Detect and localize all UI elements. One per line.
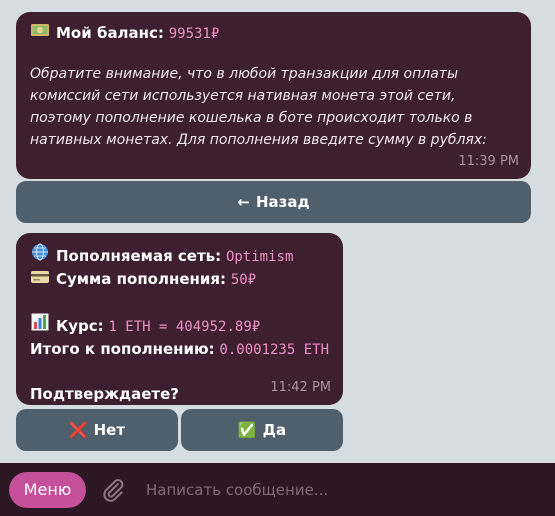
check-mark-icon: ✅ — [237, 421, 257, 439]
message-time: 11:39 PM — [458, 154, 519, 169]
rate-value: 1 ETH = 404952.89₽ — [108, 319, 261, 335]
balance-line: Мой баланс: 99531₽ — [30, 22, 517, 45]
network-label: Пополняемая сеть: — [56, 247, 222, 265]
no-button[interactable]: ❌ Нет — [16, 409, 178, 451]
balance-value: 99531₽ — [168, 26, 220, 42]
message-time: 11:42 PM — [270, 380, 331, 395]
total-label: Итого к пополнению: — [30, 340, 215, 358]
yes-button[interactable]: ✅ Да — [181, 409, 343, 451]
cross-mark-icon: ❌ — [68, 421, 88, 439]
menu-button[interactable]: Меню — [9, 471, 86, 508]
money-icon — [30, 22, 50, 44]
message-input[interactable]: Написать сообщение... — [146, 481, 328, 499]
arrow-left-icon: ← — [237, 193, 250, 211]
no-button-label: Нет — [93, 421, 126, 439]
network-value: Optimism — [225, 249, 294, 265]
message-composer: Меню Написать сообщение... — [0, 463, 555, 516]
credit-card-icon — [30, 268, 50, 290]
total-value: 0.0001235 ETH — [219, 342, 329, 358]
confirmation-message: Пополняемая сеть: Optimism Сумма пополне… — [16, 233, 343, 405]
balance-label: Мой баланс: — [56, 24, 164, 42]
network-line: Пополняемая сеть: Optimism — [30, 243, 329, 268]
notice-text: Обратите внимание, что в любой транзакци… — [30, 66, 487, 148]
yes-button-label: Да — [262, 421, 287, 439]
balance-message: Мой баланс: 99531₽ Обратите внимание, чт… — [16, 12, 531, 179]
rate-label: Курс: — [56, 317, 104, 335]
back-button[interactable]: ← Назад — [16, 181, 531, 223]
bar-chart-icon — [30, 313, 50, 337]
back-button-label: Назад — [255, 193, 310, 211]
globe-icon — [30, 243, 50, 267]
total-line: Итого к пополнению: 0.0001235 ETH — [30, 338, 329, 361]
paperclip-icon[interactable] — [100, 477, 126, 503]
rate-line: Курс: 1 ETH = 404952.89₽ — [30, 313, 329, 338]
amount-line: Сумма пополнения: 50₽ — [30, 268, 329, 291]
amount-label: Сумма пополнения: — [56, 270, 227, 288]
amount-value: 50₽ — [230, 272, 257, 288]
